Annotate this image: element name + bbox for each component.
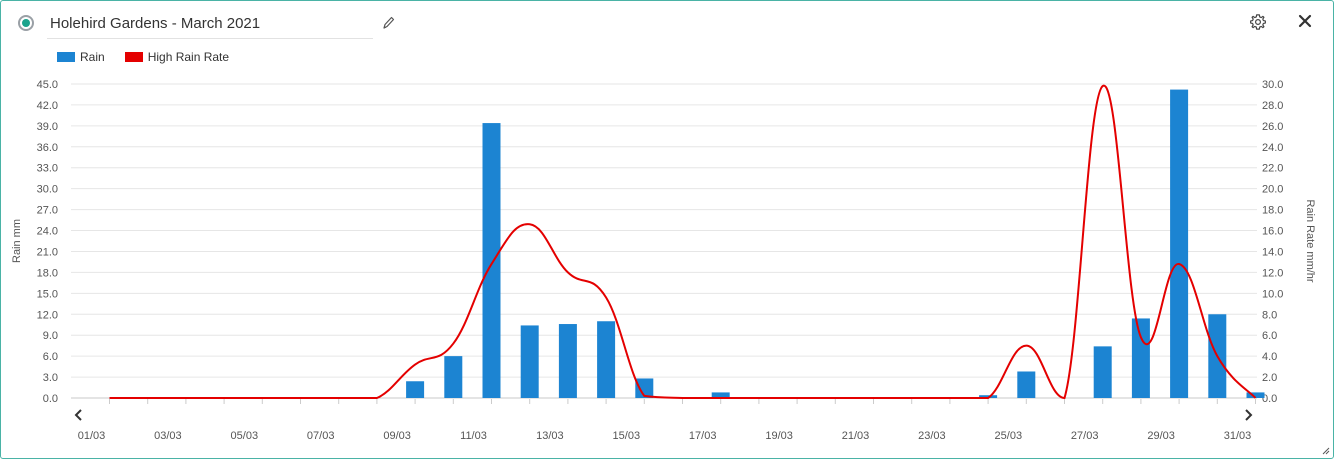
chart-panel: Holehird Gardens - March 2021 Rain High … bbox=[0, 0, 1334, 459]
rain-bar bbox=[1170, 89, 1189, 399]
x-tick-label: 27/03 bbox=[1071, 430, 1099, 442]
rain-bar bbox=[711, 392, 730, 398]
rain-bar bbox=[597, 321, 616, 398]
y-tick-label: 30.0 bbox=[37, 184, 58, 196]
rain-bar bbox=[1208, 314, 1227, 398]
y2-tick-label: 8.0 bbox=[1262, 309, 1277, 321]
legend-swatch-rain bbox=[57, 52, 75, 62]
title-underline bbox=[47, 38, 373, 39]
y2-tick-label: 30.0 bbox=[1262, 79, 1283, 91]
y-tick-label: 45.0 bbox=[37, 79, 58, 91]
y-tick-label: 3.0 bbox=[43, 372, 58, 384]
y-tick-label: 42.0 bbox=[37, 100, 58, 112]
y-tick-label: 24.0 bbox=[37, 226, 58, 238]
x-tick-label: 13/03 bbox=[536, 430, 564, 442]
y-tick-label: 12.0 bbox=[37, 309, 58, 321]
y2-tick-label: 18.0 bbox=[1262, 205, 1283, 217]
x-tick-label: 29/03 bbox=[1147, 430, 1175, 442]
chart-legend: Rain High Rain Rate bbox=[57, 50, 249, 64]
rain-bar bbox=[482, 123, 501, 398]
rain-bar bbox=[635, 378, 654, 398]
y2-axis-label: Rain Rate mm/hr bbox=[1304, 199, 1316, 282]
rain-chart: 0.0 3.0 6.0 9.0 12.0 15.0 18.0 21.0 24.0 27.0 30.0… bbox=[11, 79, 1316, 442]
y2-tick-label: 22.0 bbox=[1262, 163, 1283, 175]
x-tick-label: 19/03 bbox=[765, 430, 793, 442]
x-tick-label: 05/03 bbox=[231, 430, 259, 442]
y2-tick-label: 28.0 bbox=[1262, 100, 1283, 112]
pencil-icon[interactable] bbox=[381, 15, 395, 31]
rain-bar bbox=[558, 324, 577, 398]
y-tick-label: 15.0 bbox=[37, 288, 58, 300]
x-tick-label: 03/03 bbox=[154, 430, 182, 442]
y2-tick-label: 14.0 bbox=[1262, 246, 1283, 258]
rain-bar bbox=[979, 395, 998, 398]
y2-tick-label: 12.0 bbox=[1262, 267, 1283, 279]
y2-tick-label: 6.0 bbox=[1262, 330, 1277, 342]
close-icon[interactable] bbox=[1297, 13, 1313, 29]
x-tick-label: 01/03 bbox=[78, 430, 106, 442]
y2-tick-label: 0.0 bbox=[1262, 393, 1277, 405]
page-title: Holehird Gardens - March 2021 bbox=[50, 15, 261, 32]
legend-swatch-high-rain-rate bbox=[124, 52, 143, 62]
rain-bar bbox=[1017, 371, 1036, 398]
legend-item-rain[interactable]: Rain bbox=[57, 50, 105, 64]
gear-icon[interactable] bbox=[1249, 13, 1267, 31]
y-tick-label: 9.0 bbox=[43, 330, 58, 342]
x-tick-label: 15/03 bbox=[613, 430, 641, 442]
y2-tick-label: 24.0 bbox=[1262, 142, 1283, 154]
y-tick-label: 6.0 bbox=[43, 351, 58, 363]
chevron-left-icon bbox=[74, 409, 82, 421]
legend-item-high-rain-rate[interactable]: High Rain Rate bbox=[124, 50, 230, 64]
x-tick-label: 17/03 bbox=[689, 430, 717, 442]
y2-tick-label: 16.0 bbox=[1262, 226, 1283, 238]
y2-tick-label: 4.0 bbox=[1262, 351, 1277, 363]
y-tick-label: 21.0 bbox=[37, 246, 58, 258]
x-tick-label: 23/03 bbox=[918, 430, 946, 442]
rain-bar bbox=[520, 325, 539, 398]
y2-tick-label: 26.0 bbox=[1262, 121, 1283, 133]
rain-bar bbox=[406, 381, 425, 398]
x-tick-label: 31/03 bbox=[1224, 430, 1252, 442]
y-tick-label: 36.0 bbox=[37, 142, 58, 154]
rain-bar bbox=[1131, 318, 1150, 398]
y-tick-label: 27.0 bbox=[37, 205, 58, 217]
x-tick-label: 07/03 bbox=[307, 430, 335, 442]
y2-tick-label: 10.0 bbox=[1262, 288, 1283, 300]
x-tick-label: 09/03 bbox=[383, 430, 411, 442]
resize-handle-icon[interactable] bbox=[1322, 447, 1330, 455]
y-tick-label: 0.0 bbox=[43, 393, 58, 405]
chevron-right-icon bbox=[1245, 409, 1253, 421]
y2-tick-label: 20.0 bbox=[1262, 184, 1283, 196]
x-tick-label: 25/03 bbox=[995, 430, 1023, 442]
legend-label-high-rain-rate: High Rain Rate bbox=[147, 50, 230, 64]
y-tick-label: 18.0 bbox=[37, 267, 58, 279]
status-radio-icon[interactable] bbox=[18, 15, 34, 31]
x-tick-label: 21/03 bbox=[842, 430, 870, 442]
y2-tick-label: 2.0 bbox=[1262, 372, 1277, 384]
x-tick-label: 11/03 bbox=[460, 430, 487, 442]
legend-label-rain: Rain bbox=[80, 50, 105, 64]
high-rain-rate-line bbox=[109, 85, 1257, 400]
rain-bar bbox=[1246, 392, 1265, 398]
rain-bar bbox=[444, 356, 463, 398]
rain-bar bbox=[1093, 346, 1112, 398]
y-tick-label: 39.0 bbox=[37, 121, 58, 133]
y-axis-label: Rain mm bbox=[11, 219, 23, 263]
y-tick-label: 33.0 bbox=[37, 163, 58, 175]
